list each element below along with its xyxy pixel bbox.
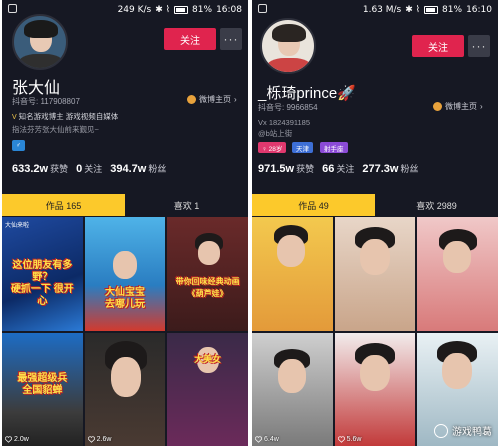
notification-icon	[8, 4, 17, 13]
video-caption: 带你回味经典动画 《葫芦娃》	[175, 277, 240, 299]
battery-percent: 81%	[442, 5, 463, 15]
video-caption: 大美女	[194, 353, 222, 364]
weibo-homepage-link[interactable]: 微博主页 ›	[187, 94, 237, 105]
heart-icon	[255, 436, 262, 443]
follow-button[interactable]: 关注	[164, 28, 216, 50]
chevron-right-icon: ›	[480, 102, 483, 111]
battery-icon	[174, 6, 189, 14]
chevron-right-icon: ›	[234, 95, 237, 104]
video-thumbnail[interactable]	[334, 217, 416, 331]
person-face	[278, 358, 306, 393]
profile-panel-zhangdaxian: 249 K/s ✱ ⌇ 81% 16:08 关注 ··· 张大仙 抖音号: 11…	[2, 0, 248, 446]
avatar-hair	[24, 20, 58, 38]
wifi-icon: ✱ ⌇	[155, 5, 171, 15]
person-face	[442, 352, 473, 389]
bio-verified: V 知名游戏博主 游戏视频自媒体	[12, 110, 118, 124]
video-thumbnail[interactable]: 大仙来啦 这位朋友有多野？ 硬抓一下 很开心	[2, 217, 83, 331]
video-thumbnail[interactable]: 大仙宝宝 去哪儿玩	[84, 217, 166, 331]
age-tag: ♀ 28岁	[258, 142, 287, 153]
bio-verified-text: 知名游戏博主 游戏视频自媒体	[18, 112, 119, 121]
notification-icon	[258, 4, 267, 13]
location-tag: 天津	[292, 142, 313, 153]
zodiac-tag: 射手座	[320, 142, 348, 153]
person-face	[112, 251, 137, 279]
likes-stat: 633.2w 获赞	[12, 163, 69, 175]
likes-stat: 971.5w 获赞	[258, 163, 315, 175]
profile-tabs: 作品 49 喜欢 2989	[252, 194, 498, 216]
profile-tabs: 作品 165 喜欢 1	[2, 194, 248, 216]
gender-tag: ♂	[12, 140, 25, 151]
battery-icon	[424, 6, 439, 14]
like-count: 2.6w	[87, 436, 111, 443]
avatar[interactable]	[12, 14, 68, 70]
person-face	[110, 356, 141, 397]
status-bar: 1.63 M/s ✱ ⌇ 81% 16:10	[252, 0, 498, 20]
wifi-icon: ✱ ⌇	[405, 5, 421, 15]
like-count: 5.6w	[337, 436, 361, 443]
follow-button[interactable]: 关注	[412, 35, 464, 57]
video-caption: 最强超级兵 全国貂蝉	[17, 373, 68, 397]
profile-stats: 971.5w 获赞 66 关注 277.3w 粉丝	[258, 162, 418, 175]
more-options-button[interactable]: ···	[468, 35, 490, 57]
video-thumbnail[interactable]: 5.6w	[334, 332, 416, 446]
weibo-icon	[187, 95, 196, 104]
video-thumbnail[interactable]: 2.6w	[84, 332, 166, 446]
verified-badge-icon: V	[12, 114, 17, 121]
person-face	[198, 241, 221, 265]
video-thumbnail[interactable]	[252, 217, 333, 331]
video-caption: 这位朋友有多野？ 硬抓一下 很开心	[10, 260, 74, 308]
weibo-icon	[433, 102, 442, 111]
person-face	[359, 239, 390, 275]
wechat-icon	[434, 423, 448, 438]
weibo-label: 微博主页	[199, 95, 231, 104]
tab-liked[interactable]: 喜欢 1	[125, 194, 248, 216]
network-speed: 249 K/s	[117, 5, 152, 15]
fans-stat[interactable]: 277.3w 粉丝	[362, 162, 418, 175]
profile-panel-liqi-prince: 1.63 M/s ✱ ⌇ 81% 16:10 关注 ··· _栎琦prince🚀…	[252, 0, 498, 446]
douyin-id: 抖音号: 117908807	[12, 97, 80, 106]
profile-name: 张大仙	[12, 80, 61, 97]
clock: 16:10	[466, 5, 492, 15]
video-thumbnail[interactable]: 6.4w	[252, 332, 333, 446]
weibo-label: 微博主页	[445, 102, 477, 111]
weibo-homepage-link[interactable]: 微博主页 ›	[433, 101, 483, 112]
network-speed: 1.63 M/s	[362, 5, 402, 15]
video-grid: 大仙来啦 这位朋友有多野？ 硬抓一下 很开心 大仙宝宝 去哪儿玩 带你回味经典动…	[2, 217, 248, 446]
heart-icon	[337, 436, 345, 443]
video-caption: 大仙宝宝 去哪儿玩	[104, 287, 145, 311]
video-grid: 6.4w 5.6w	[252, 217, 498, 446]
like-count: 2.0w	[5, 436, 29, 443]
corner-label: 大仙来啦	[5, 223, 30, 229]
video-thumbnail[interactable]: 最强超级兵 全国貂蝉 2.0w	[2, 332, 83, 446]
avatar-body	[266, 58, 312, 72]
video-thumbnail[interactable]: 大美女	[167, 332, 248, 446]
following-stat[interactable]: 0 关注	[76, 162, 102, 175]
battery-percent: 81%	[192, 5, 213, 15]
following-stat[interactable]: 66 关注	[322, 162, 354, 175]
watermark: 游戏鸭葛	[434, 423, 492, 438]
person-face	[443, 241, 472, 273]
video-thumbnail[interactable]	[417, 217, 498, 331]
tab-works[interactable]: 作品 49	[252, 194, 375, 216]
fans-stat[interactable]: 394.7w 粉丝	[110, 162, 166, 175]
more-options-button[interactable]: ···	[220, 28, 242, 50]
douyin-id: 抖音号: 9966854	[258, 103, 318, 112]
profile-name: _栎琦prince🚀	[258, 85, 356, 102]
like-count: 6.4w	[255, 436, 279, 443]
avatar-body	[18, 54, 64, 68]
video-thumbnail[interactable]: 带你回味经典动画 《葫芦娃》	[167, 217, 248, 331]
tab-works[interactable]: 作品 165	[2, 194, 125, 216]
tab-liked[interactable]: 喜欢 2989	[375, 194, 498, 216]
avatar-hair	[272, 24, 306, 42]
person-face	[359, 354, 390, 391]
profile-stats: 633.2w 获赞 0 关注 394.7w 粉丝	[12, 162, 166, 175]
clock: 16:08	[216, 5, 242, 15]
avatar[interactable]	[260, 18, 316, 74]
bio-text: 指法芬芳张大仙前来觐见~	[12, 125, 99, 134]
heart-icon	[5, 436, 12, 443]
heart-icon	[87, 436, 95, 443]
bio-text: @b站上街	[258, 129, 293, 138]
person-face	[277, 235, 305, 267]
